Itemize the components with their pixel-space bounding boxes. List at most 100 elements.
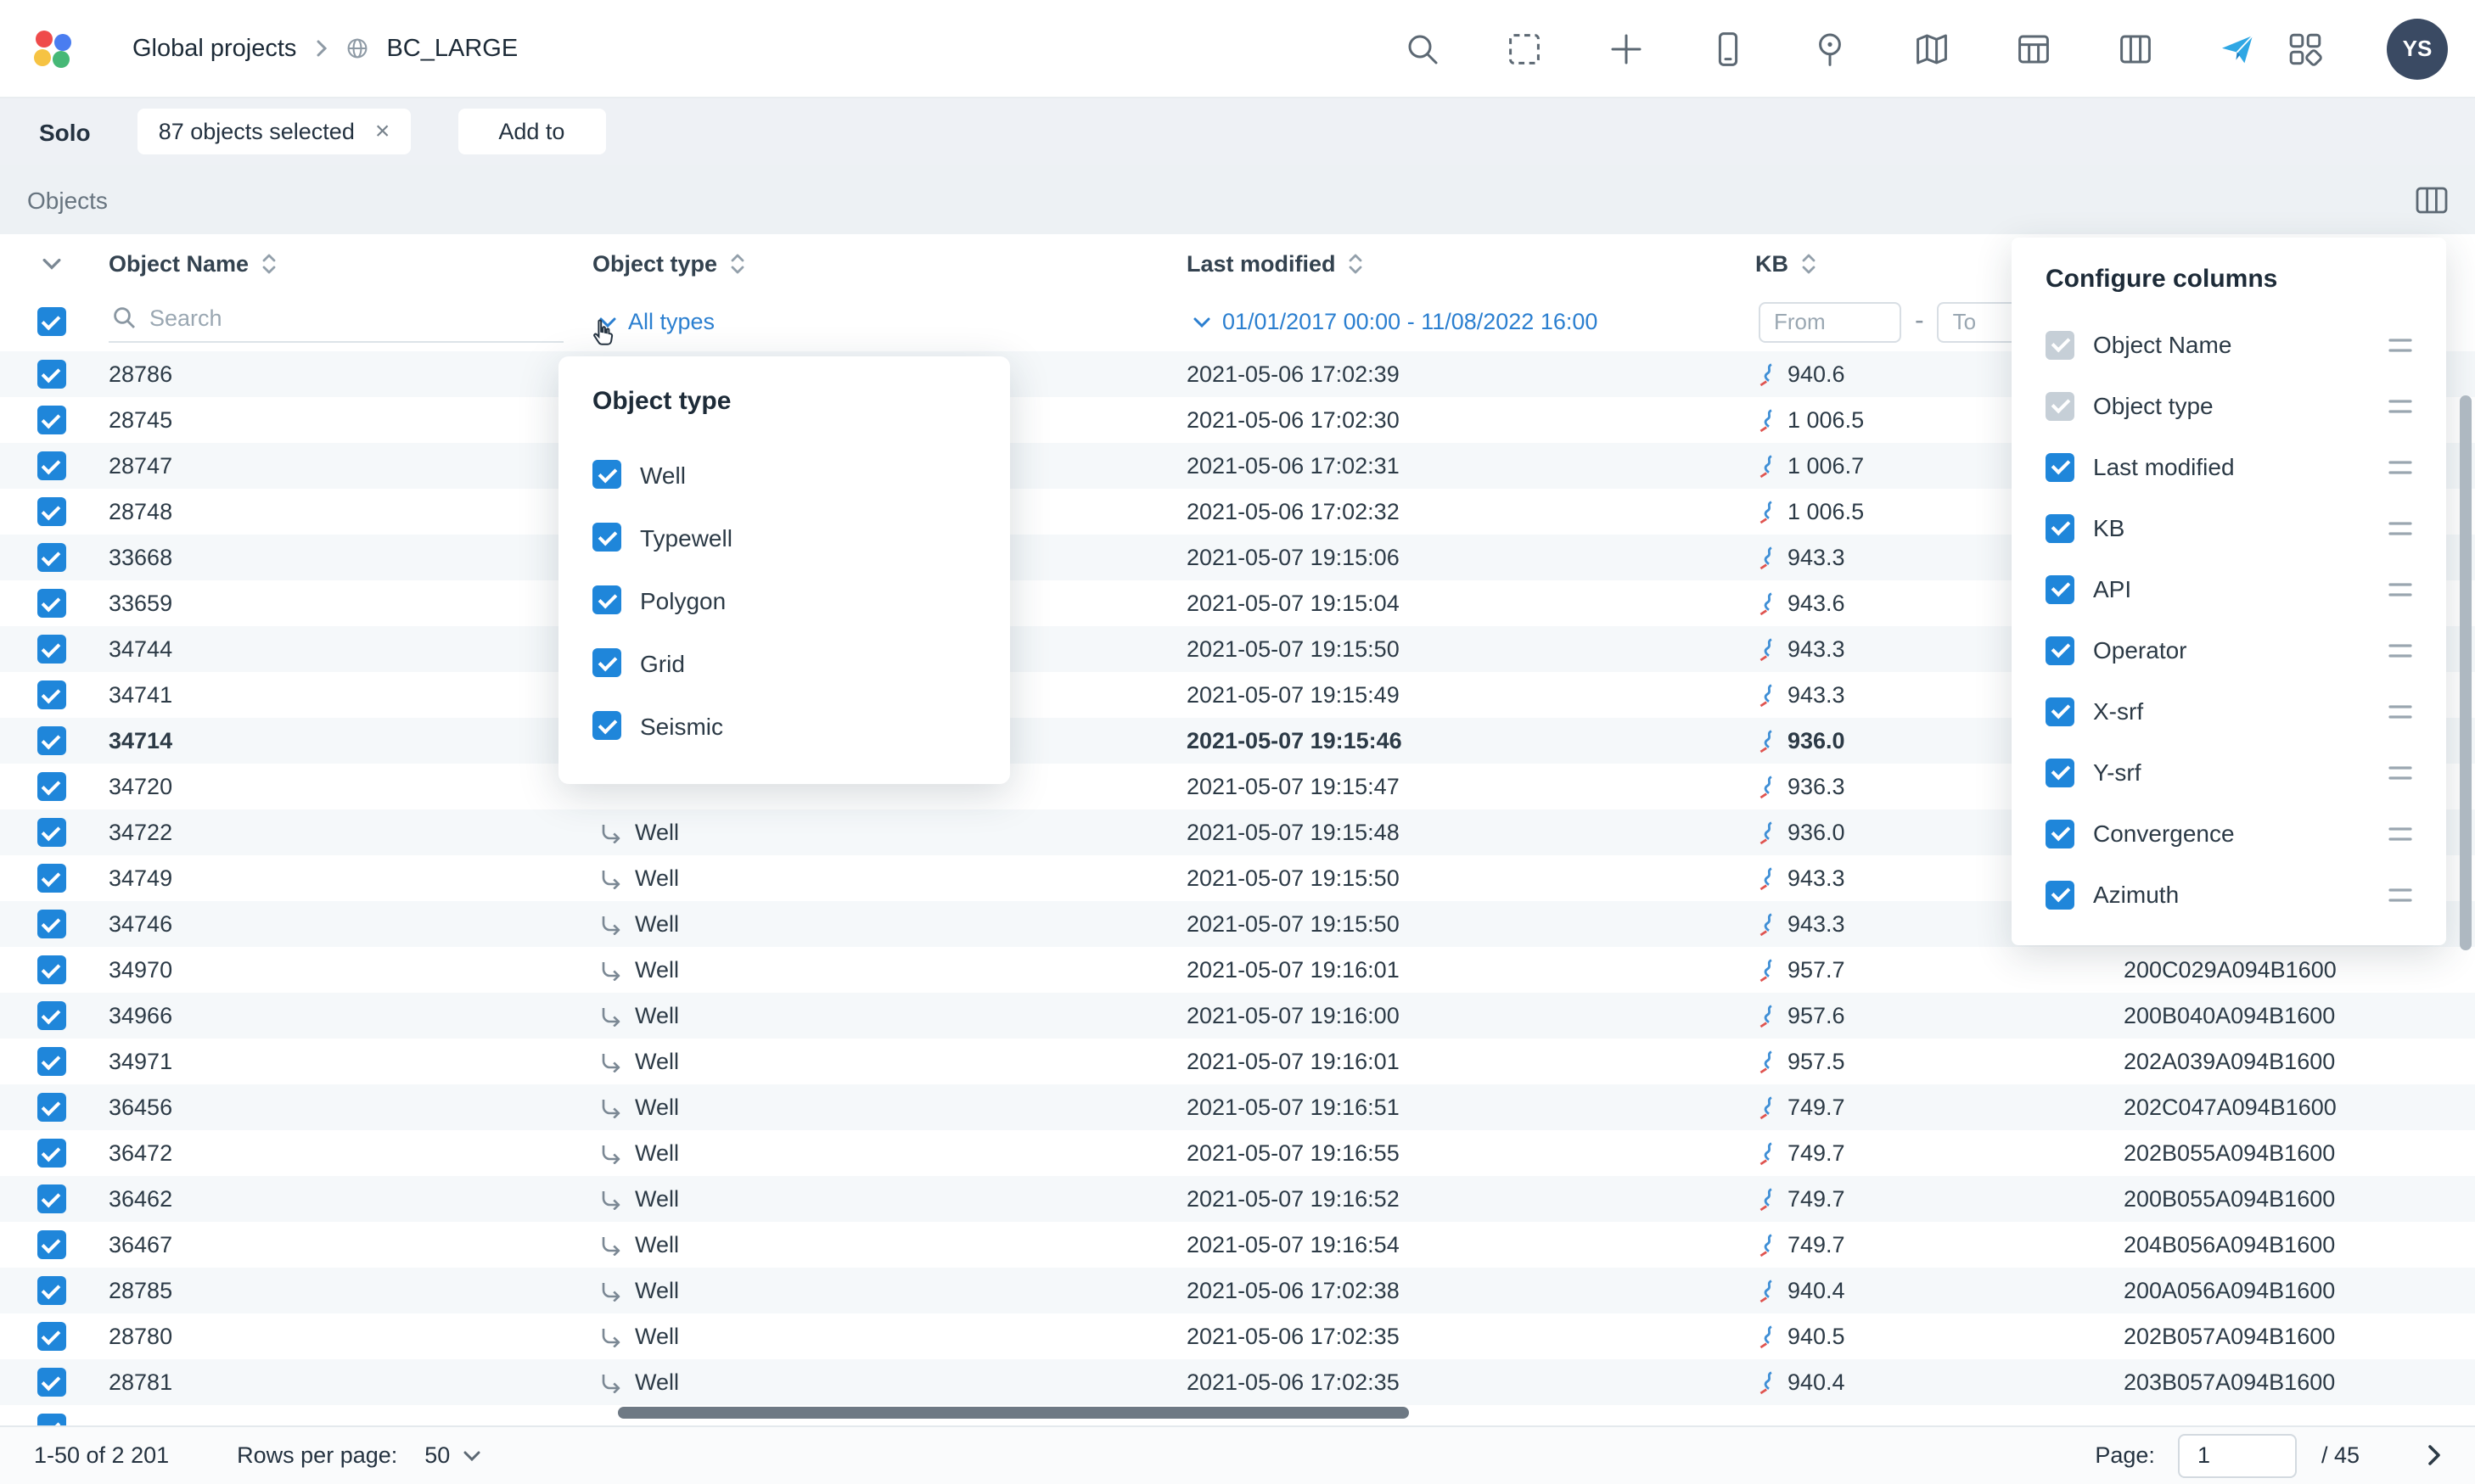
table-row[interactable]: 36456Well2021-05-07 19:16:51749.7202C047… <box>0 1084 2475 1130</box>
row-checkbox[interactable] <box>36 910 65 938</box>
avatar[interactable]: YS <box>2387 18 2448 79</box>
configure-column-item[interactable]: KB <box>2012 497 2446 558</box>
layout-columns-icon[interactable] <box>2115 28 2156 69</box>
send-icon[interactable] <box>2217 28 2258 69</box>
select-all-checkbox[interactable] <box>36 307 65 336</box>
page-input[interactable] <box>2179 1433 2298 1477</box>
row-checkbox[interactable] <box>36 726 65 755</box>
search-input[interactable] <box>149 305 560 330</box>
kb-from-input[interactable] <box>1759 301 1901 342</box>
drag-handle-icon[interactable] <box>2388 642 2412 658</box>
add-to-button[interactable]: Add to <box>457 109 605 154</box>
rows-per-page-select[interactable]: 50 <box>424 1442 480 1468</box>
table-row[interactable]: 36462Well2021-05-07 19:16:52749.7200B055… <box>0 1176 2475 1222</box>
date-filter[interactable]: 01/01/2017 00:00 - 11/08/2022 16:00 <box>1180 309 1748 334</box>
column-header-object-name[interactable]: Object Name <box>102 250 586 276</box>
column-checkbox[interactable] <box>2046 697 2074 725</box>
column-checkbox[interactable] <box>2046 513 2074 542</box>
row-checkbox[interactable] <box>36 818 65 847</box>
row-checkbox[interactable] <box>36 1322 65 1351</box>
marquee-select-icon[interactable] <box>1504 28 1545 69</box>
table-row[interactable]: 36467Well2021-05-07 19:16:54749.7204B056… <box>0 1222 2475 1268</box>
drag-handle-icon[interactable] <box>2388 764 2412 780</box>
configure-column-item[interactable]: Azimuth <box>2012 864 2446 925</box>
row-checkbox[interactable] <box>36 864 65 893</box>
option-checkbox[interactable] <box>592 523 621 552</box>
mobile-icon[interactable] <box>1708 28 1748 69</box>
drag-handle-icon[interactable] <box>2388 826 2412 841</box>
row-checkbox[interactable] <box>36 1230 65 1259</box>
configure-column-item[interactable]: API <box>2012 558 2446 619</box>
app-logo-icon[interactable] <box>27 23 78 74</box>
column-checkbox[interactable] <box>2046 880 2074 909</box>
table-row[interactable]: 28781Well2021-05-06 17:02:35940.4203B057… <box>0 1359 2475 1405</box>
row-checkbox[interactable] <box>36 1139 65 1168</box>
row-checkbox[interactable] <box>36 1368 65 1397</box>
table-row[interactable]: 34966Well2021-05-07 19:16:00957.6200B040… <box>0 993 2475 1039</box>
row-checkbox[interactable] <box>36 497 65 526</box>
row-checkbox[interactable] <box>36 772 65 801</box>
row-checkbox[interactable] <box>36 635 65 664</box>
well-target-icon[interactable] <box>1810 28 1850 69</box>
row-checkbox[interactable] <box>36 955 65 984</box>
column-checkbox[interactable] <box>2046 636 2074 664</box>
add-crosshair-icon[interactable] <box>1606 28 1647 69</box>
configure-column-item[interactable]: Convergence <box>2012 803 2446 864</box>
next-page-icon[interactable] <box>2427 1444 2441 1466</box>
configure-column-item[interactable]: Object type <box>2012 375 2446 436</box>
option-checkbox[interactable] <box>592 585 621 614</box>
vertical-scrollbar[interactable] <box>2460 395 2472 950</box>
column-header-object-type[interactable]: Object type <box>586 250 1180 276</box>
column-checkbox[interactable] <box>2046 758 2074 787</box>
configure-column-item[interactable]: Y-srf <box>2012 742 2446 803</box>
table-row[interactable]: 28780Well2021-05-06 17:02:35940.5202B057… <box>0 1313 2475 1359</box>
type-option[interactable]: Well <box>592 443 976 506</box>
column-checkbox[interactable] <box>2046 452 2074 481</box>
configure-column-item[interactable]: X-srf <box>2012 680 2446 742</box>
table-row[interactable]: 34970Well2021-05-07 19:16:01957.7200C029… <box>0 947 2475 993</box>
column-header-last-modified[interactable]: Last modified <box>1180 250 1748 276</box>
search-icon[interactable] <box>1402 28 1443 69</box>
row-checkbox[interactable] <box>36 406 65 434</box>
map-icon[interactable] <box>1911 28 1952 69</box>
row-checkbox[interactable] <box>36 1001 65 1030</box>
table-row[interactable]: 28785Well2021-05-06 17:02:38940.4200A056… <box>0 1268 2475 1313</box>
column-checkbox[interactable] <box>2046 574 2074 603</box>
sort-icon[interactable] <box>261 250 276 276</box>
sort-icon[interactable] <box>1800 250 1816 276</box>
drag-handle-icon[interactable] <box>2388 459 2412 474</box>
drag-handle-icon[interactable] <box>2388 581 2412 596</box>
configure-column-item[interactable]: Last modified <box>2012 436 2446 497</box>
sort-icon[interactable] <box>1348 250 1363 276</box>
option-checkbox[interactable] <box>592 648 621 677</box>
row-checkbox[interactable] <box>36 589 65 618</box>
row-checkbox[interactable] <box>36 360 65 389</box>
type-filter[interactable]: All types <box>586 309 1180 334</box>
column-checkbox[interactable] <box>2046 819 2074 848</box>
sort-icon[interactable] <box>729 250 744 276</box>
row-checkbox[interactable] <box>36 1276 65 1305</box>
selection-menu-chevron-icon[interactable] <box>42 257 60 269</box>
drag-handle-icon[interactable] <box>2388 337 2412 352</box>
drag-handle-icon[interactable] <box>2388 703 2412 719</box>
table-row[interactable]: 36472Well2021-05-07 19:16:55749.7202B055… <box>0 1130 2475 1176</box>
table-row[interactable]: 34971Well2021-05-07 19:16:01957.5202A039… <box>0 1039 2475 1084</box>
row-checkbox[interactable] <box>36 451 65 480</box>
type-option[interactable]: Typewell <box>592 506 976 568</box>
row-checkbox[interactable] <box>36 1047 65 1076</box>
drag-handle-icon[interactable] <box>2388 887 2412 902</box>
configure-column-item[interactable]: Object Name <box>2012 314 2446 375</box>
option-checkbox[interactable] <box>592 711 621 740</box>
row-checkbox[interactable] <box>36 1184 65 1213</box>
breadcrumb-root[interactable]: Global projects <box>132 35 296 62</box>
row-checkbox[interactable] <box>36 543 65 572</box>
row-checkbox[interactable] <box>36 1414 65 1425</box>
option-checkbox[interactable] <box>592 460 621 489</box>
type-option[interactable]: Seismic <box>592 694 976 757</box>
type-option[interactable]: Grid <box>592 631 976 694</box>
drag-handle-icon[interactable] <box>2388 520 2412 535</box>
close-icon[interactable]: × <box>375 119 390 144</box>
selection-chip[interactable]: 87 objects selected × <box>138 109 411 154</box>
spreadsheet-icon[interactable] <box>2013 28 2054 69</box>
type-option[interactable]: Polygon <box>592 568 976 631</box>
